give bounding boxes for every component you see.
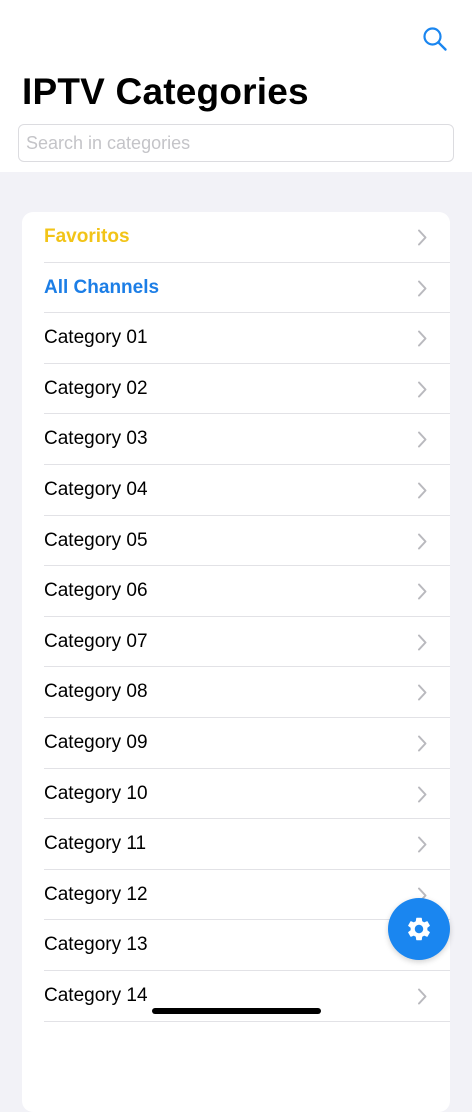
page-title: IPTV Categories: [22, 71, 309, 112]
list-item[interactable]: Category 12: [22, 870, 450, 921]
list-item-label: Category 11: [44, 833, 147, 855]
list-item-label: Category 08: [44, 681, 148, 703]
list-item[interactable]: Category 08: [22, 667, 450, 718]
list-item-label: Category 14: [44, 985, 148, 1006]
list-item-label: Category 13: [44, 934, 148, 956]
list-item[interactable]: Category 05: [22, 516, 450, 567]
list-item[interactable]: Category 10: [22, 769, 450, 820]
chevron-right-icon: [418, 482, 427, 499]
chevron-right-icon: [418, 684, 427, 701]
list-item-label: Favoritos: [44, 226, 130, 247]
chevron-right-icon: [418, 381, 427, 398]
search-button[interactable]: [418, 22, 452, 56]
chevron-right-icon: [418, 431, 427, 448]
list-item[interactable]: Category 14: [22, 971, 450, 1022]
list-item[interactable]: Category 11: [22, 819, 450, 870]
list-item-label: All Channels: [44, 276, 160, 298]
list-item-label: Category 12: [44, 883, 148, 905]
chevron-right-icon: [418, 786, 427, 803]
list-item[interactable]: Category 09: [22, 718, 450, 769]
category-list: Favoritos All Channels Category 01 Category…: [22, 212, 450, 1112]
gear-icon: [408, 917, 430, 941]
list-item-label: Category 02: [44, 377, 148, 399]
list-item-label: Category 06: [44, 580, 148, 602]
navigation-header: IPTV Categories: [0, 0, 472, 172]
chevron-right-icon: [418, 533, 427, 550]
list-item-label: Category 04: [44, 479, 148, 500]
settings-button[interactable]: [388, 898, 450, 960]
list-item-label: Category 09: [44, 732, 148, 753]
list-item-label: Category 05: [44, 529, 148, 551]
chevron-right-icon: [418, 836, 427, 853]
list-item-favoritos[interactable]: Favoritos: [22, 212, 450, 263]
list-item-label: Category 10: [44, 782, 148, 804]
search-icon: [423, 27, 447, 51]
list-item[interactable]: Category 06: [22, 566, 450, 617]
chevron-right-icon: [418, 735, 427, 752]
chevron-right-icon: [418, 229, 427, 246]
chevron-right-icon: [418, 988, 427, 1005]
chevron-right-icon: [418, 634, 427, 651]
search-input[interactable]: [18, 124, 454, 162]
chevron-right-icon: [418, 280, 427, 297]
chevron-right-icon: [418, 583, 427, 600]
list-item[interactable]: Category 13: [22, 920, 450, 971]
list-item-label: Category 03: [44, 428, 148, 450]
list-item[interactable]: Category 03: [22, 414, 450, 465]
list-item-label: Category 01: [44, 327, 148, 349]
list-item-label: Category 07: [44, 630, 148, 652]
home-indicator: [152, 1008, 321, 1014]
row-separator: [44, 1020, 450, 1022]
list-item[interactable]: Category 04: [22, 465, 450, 516]
list-item[interactable]: Category 01: [22, 313, 450, 364]
chevron-right-icon: [418, 330, 427, 347]
list-item-all-channels[interactable]: All Channels: [22, 263, 450, 314]
list-item[interactable]: Category 07: [22, 617, 450, 668]
list-item[interactable]: Category 02: [22, 364, 450, 415]
